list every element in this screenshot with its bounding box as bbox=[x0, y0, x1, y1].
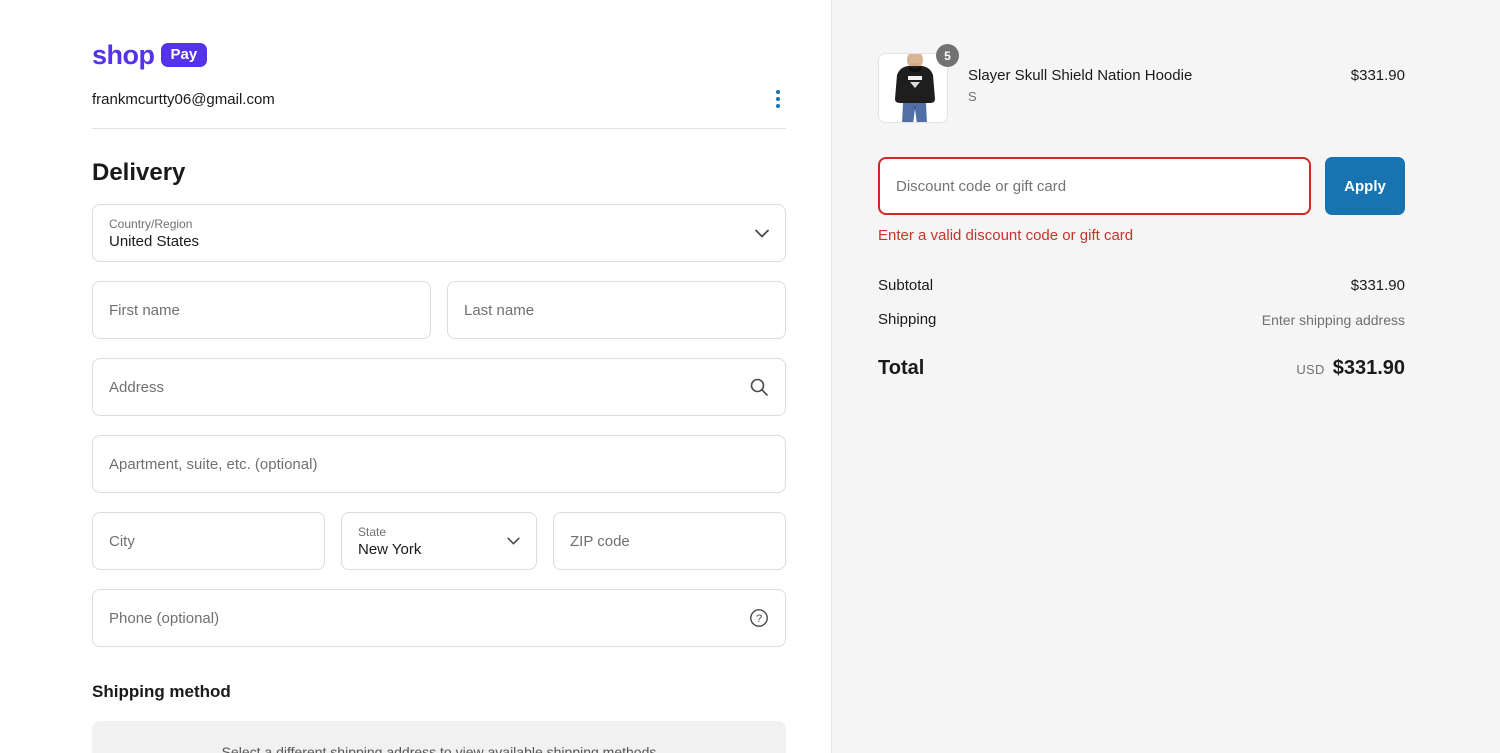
country-select[interactable]: Country/Region United States bbox=[92, 204, 786, 262]
product-variant: S bbox=[968, 89, 1339, 104]
search-icon bbox=[749, 377, 769, 397]
subtotal-row: Subtotal $331.90 bbox=[878, 277, 1405, 294]
order-summary-pane: 5 Slayer Skull Shield Nation Hoodie S $3… bbox=[831, 0, 1500, 753]
apartment-input[interactable] bbox=[109, 456, 769, 473]
discount-error-message: Enter a valid discount code or gift card bbox=[878, 227, 1405, 244]
discount-input[interactable] bbox=[896, 178, 1293, 195]
state-value: New York bbox=[358, 541, 421, 558]
shop-logo-text: shop bbox=[92, 40, 155, 71]
product-thumbnail: 5 bbox=[878, 53, 948, 123]
city-input[interactable] bbox=[109, 533, 308, 550]
address-input[interactable] bbox=[109, 379, 741, 396]
zip-field[interactable] bbox=[553, 512, 786, 570]
checkout-page: shop Pay frankmcurtty06@gmail.com Delive… bbox=[0, 0, 1500, 753]
discount-field[interactable] bbox=[878, 157, 1311, 215]
total-label: Total bbox=[878, 357, 924, 380]
checkout-pane: shop Pay frankmcurtty06@gmail.com Delive… bbox=[0, 0, 831, 753]
first-name-input[interactable] bbox=[109, 302, 414, 319]
quantity-badge: 5 bbox=[936, 44, 959, 67]
product-price: $331.90 bbox=[1351, 53, 1405, 84]
delivery-title: Delivery bbox=[92, 159, 786, 187]
shipping-row: Shipping Enter shipping address bbox=[878, 311, 1405, 328]
apartment-field[interactable] bbox=[92, 435, 786, 493]
phone-input[interactable] bbox=[109, 610, 741, 627]
total-value: $331.90 bbox=[1333, 357, 1405, 380]
totals-section: Subtotal $331.90 Shipping Enter shipping… bbox=[878, 277, 1405, 380]
subtotal-label: Subtotal bbox=[878, 277, 933, 294]
phone-field[interactable]: ? bbox=[92, 589, 786, 647]
last-name-input[interactable] bbox=[464, 302, 769, 319]
shipping-method-title: Shipping method bbox=[92, 682, 786, 702]
country-label: Country/Region bbox=[109, 217, 199, 231]
kebab-menu-icon[interactable] bbox=[770, 86, 786, 112]
discount-row: Apply bbox=[878, 157, 1405, 215]
product-row: 5 Slayer Skull Shield Nation Hoodie S $3… bbox=[878, 53, 1405, 123]
svg-text:?: ? bbox=[756, 613, 762, 625]
total-row: Total USD $331.90 bbox=[878, 357, 1405, 380]
subtotal-value: $331.90 bbox=[1351, 277, 1405, 294]
shipping-value: Enter shipping address bbox=[1262, 312, 1405, 328]
account-row: frankmcurtty06@gmail.com bbox=[92, 86, 786, 112]
shipping-method-notice: Select a different shipping address to v… bbox=[92, 721, 786, 753]
country-value: United States bbox=[109, 233, 199, 250]
currency-code: USD bbox=[1296, 362, 1324, 377]
product-image bbox=[878, 53, 948, 123]
city-field[interactable] bbox=[92, 512, 325, 570]
address-field[interactable] bbox=[92, 358, 786, 416]
pay-logo-badge: Pay bbox=[161, 43, 208, 67]
account-email: frankmcurtty06@gmail.com bbox=[92, 91, 275, 108]
chevron-down-icon bbox=[755, 229, 769, 238]
city-state-zip-row: State New York bbox=[92, 512, 786, 570]
zip-input[interactable] bbox=[570, 533, 769, 550]
shop-pay-logo: shop Pay bbox=[92, 40, 786, 70]
state-label: State bbox=[358, 525, 421, 539]
product-info: Slayer Skull Shield Nation Hoodie S bbox=[968, 53, 1339, 104]
help-icon[interactable]: ? bbox=[749, 608, 769, 628]
apply-button[interactable]: Apply bbox=[1325, 157, 1405, 215]
first-name-field[interactable] bbox=[92, 281, 431, 339]
name-row bbox=[92, 281, 786, 339]
last-name-field[interactable] bbox=[447, 281, 786, 339]
product-name: Slayer Skull Shield Nation Hoodie bbox=[968, 67, 1339, 84]
header-divider bbox=[92, 128, 786, 129]
shipping-method-notice-text: Select a different shipping address to v… bbox=[222, 744, 657, 753]
state-select[interactable]: State New York bbox=[341, 512, 537, 570]
shipping-label: Shipping bbox=[878, 311, 936, 328]
chevron-down-icon bbox=[507, 537, 520, 545]
